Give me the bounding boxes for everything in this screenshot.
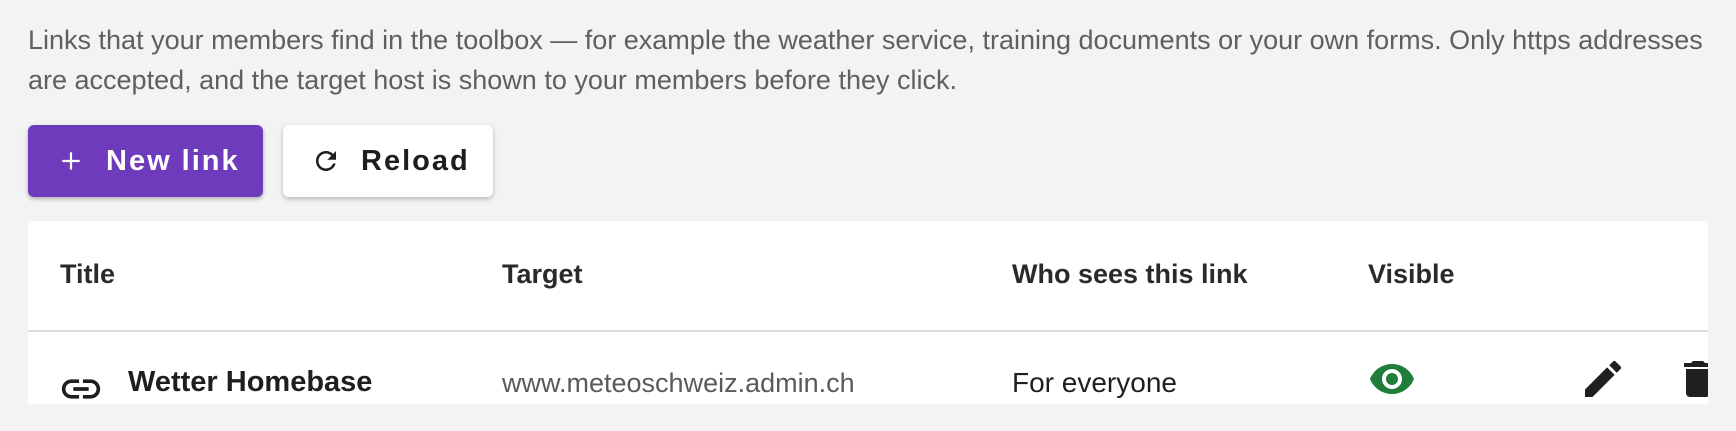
plus-icon [56, 146, 86, 176]
edit-icon[interactable] [1579, 355, 1627, 404]
reload-label: Reload [361, 144, 470, 177]
links-table: Title Target Who sees this link Visible … [28, 221, 1708, 404]
delete-icon[interactable] [1674, 355, 1708, 404]
row-audience: For everyone [1012, 367, 1177, 398]
column-header-title[interactable]: Title [60, 259, 115, 290]
column-header-target[interactable]: Target [502, 259, 583, 290]
column-header-visible[interactable]: Visible [1368, 259, 1455, 290]
eye-icon[interactable] [1368, 355, 1416, 404]
link-icon [58, 366, 104, 404]
column-header-audience[interactable]: Who sees this link [1012, 259, 1248, 290]
reload-button[interactable]: Reload [283, 125, 493, 197]
new-link-button[interactable]: New link [28, 125, 263, 197]
page-description: Links that your members find in the tool… [28, 25, 1703, 95]
refresh-icon [311, 146, 341, 176]
header-divider [28, 330, 1708, 332]
row-target[interactable]: www.meteoschweiz.admin.ch [502, 368, 855, 399]
row-title: Wetter Homebase [128, 366, 373, 398]
new-link-label: New link [106, 144, 240, 177]
